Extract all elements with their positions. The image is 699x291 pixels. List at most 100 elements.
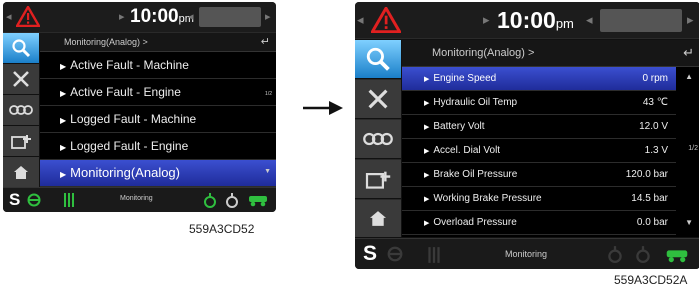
info-box [199, 7, 261, 27]
drop-icon [608, 246, 622, 263]
top-bar: ◂ ▸ 10:00pm ◂ ▸ [355, 2, 699, 39]
engine-tab[interactable] [355, 160, 401, 199]
menu-item-label: Active Fault - Machine [70, 58, 189, 72]
home-icon [14, 165, 28, 179]
breadcrumb: Monitoring(Analog) > ↵ [40, 33, 276, 52]
breadcrumb-text: Monitoring(Analog) > [432, 47, 535, 59]
row-label: Brake Oil Pressure [433, 169, 518, 180]
engine-plus-icon [11, 135, 31, 149]
clock-ampm: pm [555, 16, 574, 31]
row-label: Overload Pressure [433, 217, 517, 228]
scroll-down-icon[interactable]: ▼ [264, 168, 271, 175]
left-arrow-icon: ◂ [357, 12, 364, 27]
menu-item[interactable]: ▶ Active Fault - Engine [40, 79, 276, 106]
scroll-down-icon[interactable]: ▼ [685, 218, 693, 227]
tools-tab[interactable] [3, 64, 39, 95]
row-value: 120.0 bar [625, 169, 668, 180]
clock-time: 10:00 [497, 7, 556, 33]
row-value: 12.0 V [639, 121, 668, 132]
table-row[interactable]: ▶ Overload Pressure 0.0 bar [402, 211, 676, 235]
drop-icon [204, 193, 216, 208]
clock: 10:00pm [497, 7, 574, 34]
vehicle-icon [249, 196, 267, 207]
row-value: 0.0 bar [636, 217, 668, 228]
work-lamp-icon [428, 247, 440, 263]
table-row[interactable]: ▶ Hydraulic Oil Temp 43 ℃ [402, 91, 676, 115]
display-screen-a: ◂ ▸ 10:00pm ◂ ▸ Monitoring(Analog) > ↵ ▶… [3, 2, 276, 212]
vehicle-icon [666, 250, 688, 263]
monitoring-tab[interactable] [355, 40, 401, 79]
gears-tab[interactable] [355, 120, 401, 159]
bottom-bar: S Monitoring [355, 238, 699, 269]
menu-panel: Monitoring(Analog) > ↵ ▶ Active Fault - M… [40, 33, 276, 187]
mode-label: Monitoring [505, 249, 548, 259]
clock-time: 10:00 [130, 6, 179, 27]
tools-tab[interactable] [355, 80, 401, 119]
right-arrow-icon: ▸ [265, 11, 271, 23]
left-arrow-icon: ◂ [188, 11, 194, 23]
mode-label: Monitoring [120, 195, 153, 202]
page-indicator: 1/2 [265, 91, 272, 97]
row-label: Working Brake Pressure [433, 193, 542, 204]
warning-icon [16, 6, 40, 27]
breadcrumb: Monitoring(Analog) > ↵ [402, 40, 699, 67]
monitoring-panel: Monitoring(Analog) > ↵ ▶ Engine Speed 0 rp… [402, 40, 699, 237]
tools-icon [13, 71, 29, 87]
work-lamp-icon [64, 193, 74, 207]
page-indicator: 1/2 [688, 145, 698, 152]
menu-item[interactable]: ▶ Logged Fault - Engine [40, 133, 276, 160]
display-screen-b: ◂ ▸ 10:00pm ◂ ▸ Monitoring(Analog) > ↵ ▶… [355, 2, 699, 269]
figure-caption: 559A3CD52A [614, 273, 688, 287]
row-label: Battery Volt [433, 121, 485, 132]
magnifier-icon [366, 47, 390, 71]
tools-icon [368, 89, 388, 109]
table-row[interactable]: ▶ Working Brake Pressure 14.5 bar [402, 187, 676, 211]
menu-item[interactable]: ▶ Active Fault - Machine [40, 52, 276, 79]
menu-item-label: Logged Fault - Engine [70, 139, 189, 153]
green-status-icon [27, 193, 41, 207]
engine-tab[interactable] [3, 126, 39, 157]
s-indicator: S [9, 190, 21, 209]
table-row[interactable]: ▶ Brake Oil Pressure 120.0 bar [402, 163, 676, 187]
magnifier-icon [12, 39, 31, 58]
row-value: 1.3 V [644, 145, 668, 156]
left-arrow-icon: ◂ [6, 11, 12, 23]
bottom-bar: S Monitoring [3, 187, 276, 212]
back-icon[interactable]: ↵ [261, 33, 270, 51]
row-value: 0 rpm [642, 73, 668, 84]
home-tab[interactable] [3, 157, 39, 188]
sidebar [355, 40, 401, 238]
menu-item[interactable]: ▶ Logged Fault - Machine [40, 106, 276, 133]
s-indicator: S [363, 242, 378, 265]
menu-item-label: Monitoring(Analog) [70, 165, 180, 180]
play-icon: ▸ [483, 12, 490, 27]
right-arrow-icon: ▸ [687, 12, 694, 27]
gears-icon [9, 105, 33, 115]
menu-item-label: Logged Fault - Machine [70, 112, 197, 126]
table-row[interactable]: ▶ Accel. Dial Volt 1.3 V [402, 139, 676, 163]
monitoring-tab[interactable] [3, 33, 39, 64]
row-value: 43 ℃ [642, 97, 668, 108]
back-icon[interactable]: ↵ [683, 40, 694, 66]
home-icon [370, 211, 386, 226]
row-label: Engine Speed [433, 73, 497, 84]
drop-icon [636, 246, 650, 263]
info-box [600, 9, 682, 32]
sidebar [3, 33, 39, 188]
menu-item-label: Active Fault - Engine [70, 85, 181, 99]
scroll-up-icon[interactable]: ▲ [685, 72, 693, 81]
clock: 10:00pm [130, 6, 194, 28]
home-tab[interactable] [355, 200, 401, 238]
breadcrumb-text: Monitoring(Analog) > [64, 37, 148, 47]
left-arrow-icon: ◂ [586, 12, 593, 27]
table-row[interactable]: ▶ Battery Volt 12.0 V [402, 115, 676, 139]
drop-icon [226, 193, 238, 208]
menu-item-selected[interactable]: ▶ Monitoring(Analog) [40, 160, 276, 187]
row-label: Hydraulic Oil Temp [433, 97, 518, 108]
gears-tab[interactable] [3, 95, 39, 126]
table-row-selected[interactable]: ▶ Engine Speed 0 rpm [402, 67, 676, 91]
engine-plus-icon [365, 171, 391, 189]
warning-icon [371, 7, 401, 33]
green-status-icon [387, 246, 403, 262]
play-icon: ▸ [119, 11, 125, 23]
